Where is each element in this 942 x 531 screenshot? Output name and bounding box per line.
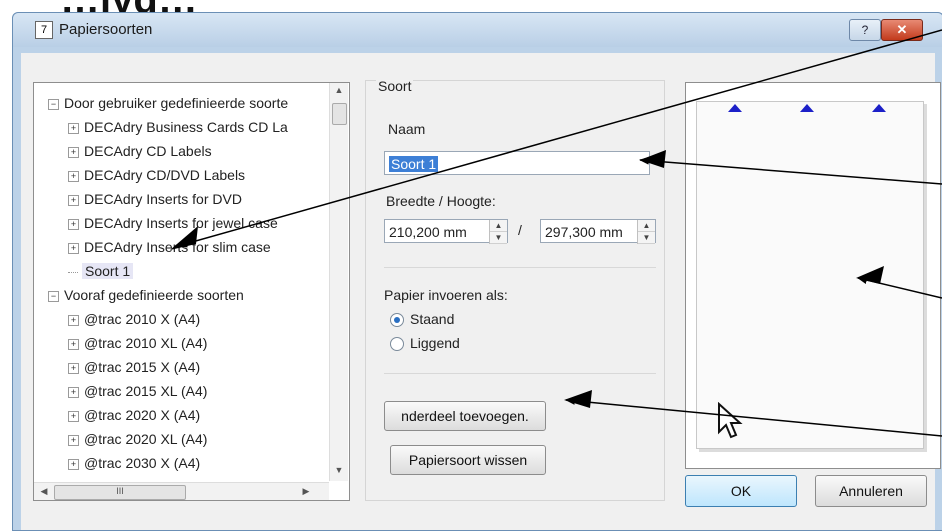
annotation-arrowhead [640,150,666,168]
annotation-arrow [565,396,942,437]
annotation-arrow [177,29,942,248]
annotation-arrowhead [564,390,592,408]
annotation-arrows [170,29,942,437]
annotation-arrow [639,156,942,185]
annotation-arrowhead [856,266,884,284]
annotation-arrowhead [170,226,198,250]
